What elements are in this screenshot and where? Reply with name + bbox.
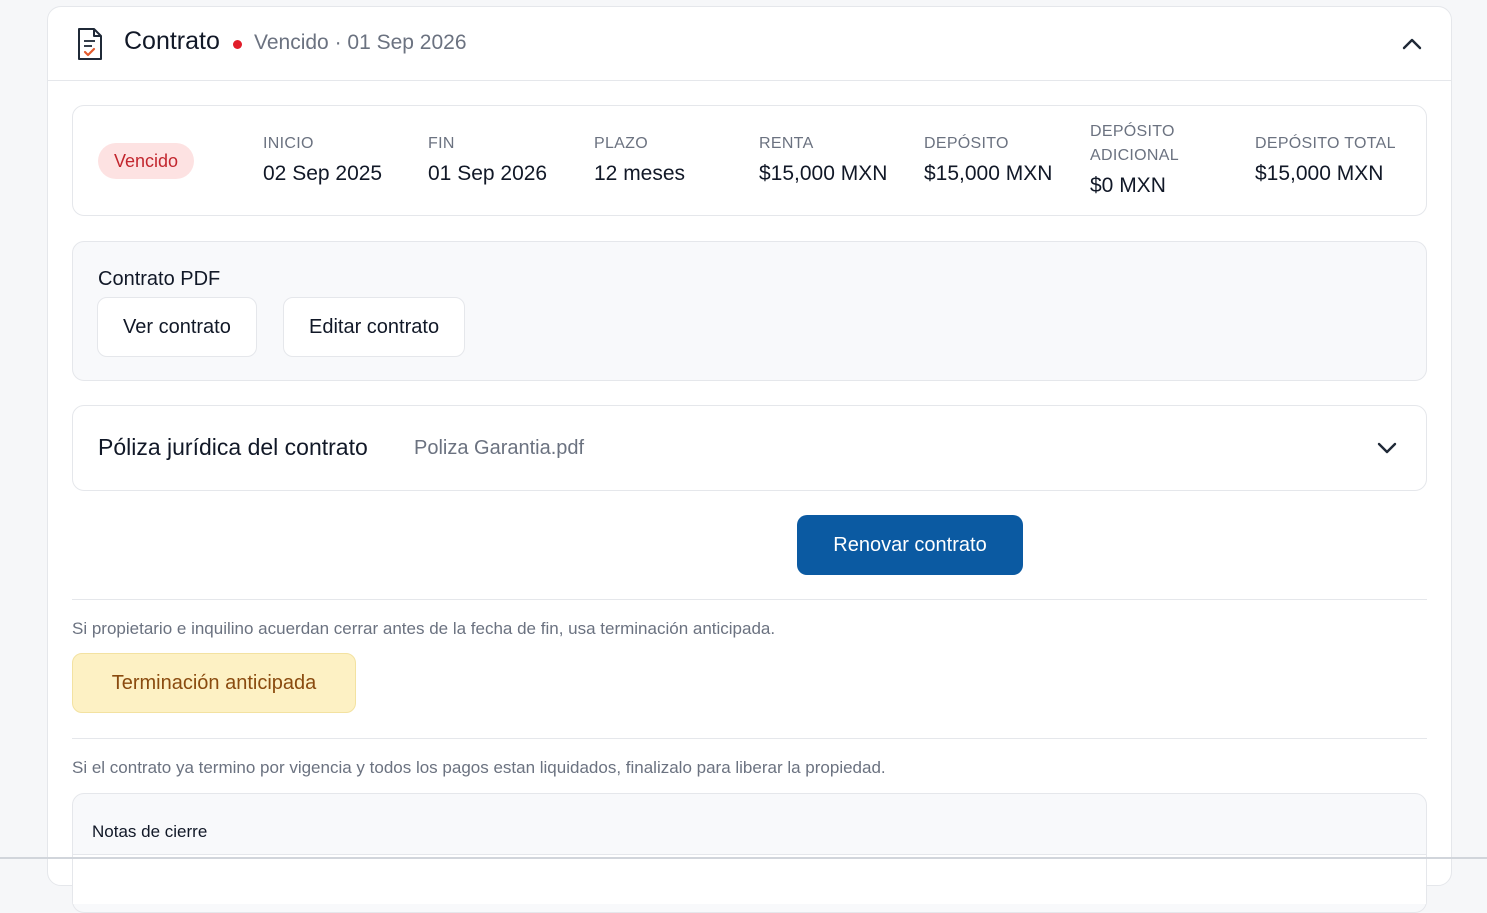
stat-value: 12 meses [594,162,686,185]
stat-inicio: INICIO 02 Sep 2025 [263,132,382,188]
chevron-up-icon[interactable] [1400,33,1424,55]
status-dot [233,40,242,49]
chevron-down-icon[interactable] [1375,437,1399,459]
stat-value: $15,000 MXN [924,162,1053,185]
closing-notes-label: Notas de cierre [92,822,208,841]
contract-card: Contrato Vencido · 01 Sep 2026 Vencido I… [47,6,1452,913]
stat-value: 01 Sep 2026 [428,162,548,185]
early-termination-button[interactable]: Terminación anticipada [72,653,356,713]
document-icon [78,28,102,60]
stat-label: DEPÓSITO TOTAL [1255,135,1396,152]
stat-label: INICIO [263,135,314,152]
view-contract-button[interactable]: Ver contrato [97,297,257,357]
closing-notes-section: Notas de cierre [72,793,1427,913]
stat-label: RENTA [759,135,814,152]
closing-notes-input[interactable] [73,854,1426,904]
stat-value: $15,000 MXN [759,162,888,185]
poliza-title: Póliza jurídica del contrato [98,434,368,460]
stat-deposito-adicional: DEPÓSITO ADICIONAL $0 MXN [1090,120,1200,200]
contract-title: Contrato [124,27,220,55]
stat-label: PLAZO [594,135,648,152]
stat-label: DEPÓSITO ADICIONAL [1090,123,1179,164]
stat-label: DEPÓSITO [924,135,1009,152]
renew-contract-button[interactable]: Renovar contrato [797,515,1023,575]
contract-card-header[interactable]: Contrato Vencido · 01 Sep 2026 [48,7,1451,81]
stat-renta: RENTA $15,000 MXN [759,132,887,188]
poliza-accordion[interactable]: Póliza jurídica del contrato Poliza Gara… [72,405,1427,491]
contract-status-text: Vencido · 01 Sep 2026 [254,31,467,54]
status-badge: Vencido [98,143,195,179]
stat-value: $15,000 MXN [1255,162,1384,185]
stat-deposito: DEPÓSITO $15,000 MXN [924,132,1052,188]
finalize-note: Si el contrato ya termino por vigencia y… [72,758,886,777]
stat-deposito-total: DEPÓSITO TOTAL $15,000 MXN [1255,132,1396,188]
stat-value: 02 Sep 2025 [263,162,383,185]
contract-pdf-section: Contrato PDF Ver contrato Editar contrat… [72,241,1427,381]
pdf-section-title: Contrato PDF [98,268,221,290]
stat-label: FIN [428,135,455,152]
contract-summary: Vencido INICIO 02 Sep 2025 FIN 01 Sep 20… [72,105,1427,216]
stat-plazo: PLAZO 12 meses [594,132,685,188]
divider [72,738,1427,739]
early-termination-note: Si propietario e inquilino acuerdan cerr… [72,619,776,638]
edit-contract-button[interactable]: Editar contrato [283,297,466,357]
stat-fin: FIN 01 Sep 2026 [428,132,547,188]
viewport-bottom-edge [0,857,1487,859]
poliza-file-name: Poliza Garantia.pdf [414,437,585,459]
stat-value: $0 MXN [1090,174,1166,197]
divider [72,599,1427,600]
